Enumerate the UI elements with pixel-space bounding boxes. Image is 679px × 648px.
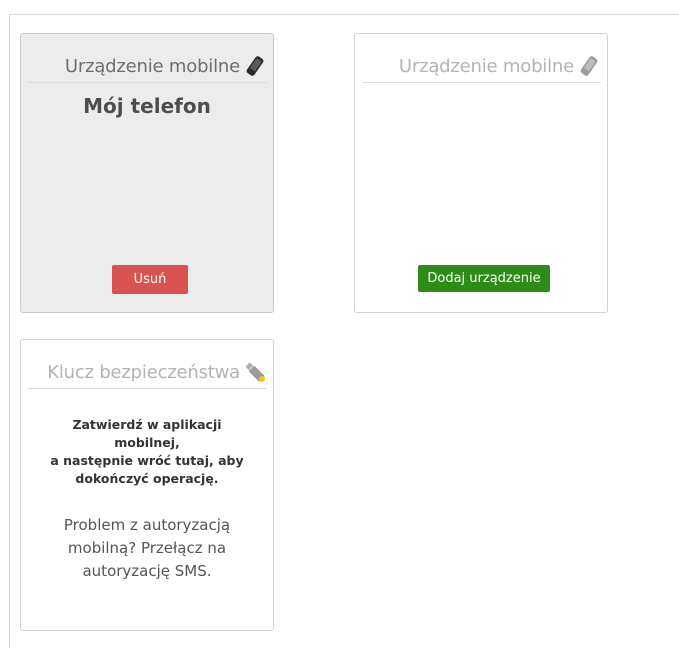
switch-to-sms-link[interactable]: Problem z autoryzacją mobilną? Przełącz … <box>21 514 273 583</box>
mobile-phone-icon <box>577 54 601 78</box>
mobile-phone-icon <box>243 54 267 78</box>
add-mobile-device-card[interactable]: Urządzenie mobilne Dodaj urządzenie <box>354 33 608 313</box>
sms-link-line[interactable]: mobilną? Przełącz na <box>21 537 273 560</box>
card-header-label: Klucz bezpieczeństwa <box>47 361 240 383</box>
card-header-label: Urządzenie mobilne <box>398 55 574 77</box>
confirm-line: a następnie wróć tutaj, aby <box>50 453 244 468</box>
card-header: Klucz bezpieczeństwa <box>28 356 267 389</box>
sms-link-line[interactable]: autoryzację SMS. <box>21 560 273 583</box>
security-key-card[interactable]: Klucz bezpieczeństwa Zatwierdź w aplikac… <box>20 339 274 631</box>
usb-key-icon <box>243 360 267 384</box>
card-header: Urządzenie mobilne <box>28 50 267 83</box>
confirm-line: dokończyć operację. <box>75 471 219 486</box>
mobile-device-card[interactable]: Urządzenie mobilne Mój telefon Usuń <box>20 33 274 313</box>
card-header-label: Urządzenie mobilne <box>64 55 240 77</box>
sms-link-line[interactable]: Problem z autoryzacją <box>21 514 273 537</box>
confirm-line: mobilnej, <box>114 435 180 450</box>
add-device-button[interactable]: Dodaj urządzenie <box>418 265 550 292</box>
device-name: Mój telefon <box>83 94 211 118</box>
card-header: Urządzenie mobilne <box>362 50 601 83</box>
remove-device-button[interactable]: Usuń <box>112 265 188 294</box>
panel-top-border <box>9 14 679 15</box>
confirm-instructions: Zatwierdź w aplikacji mobilnej, a następ… <box>21 416 273 488</box>
confirm-line: Zatwierdź w aplikacji <box>72 417 222 432</box>
panel-left-border <box>9 14 10 648</box>
